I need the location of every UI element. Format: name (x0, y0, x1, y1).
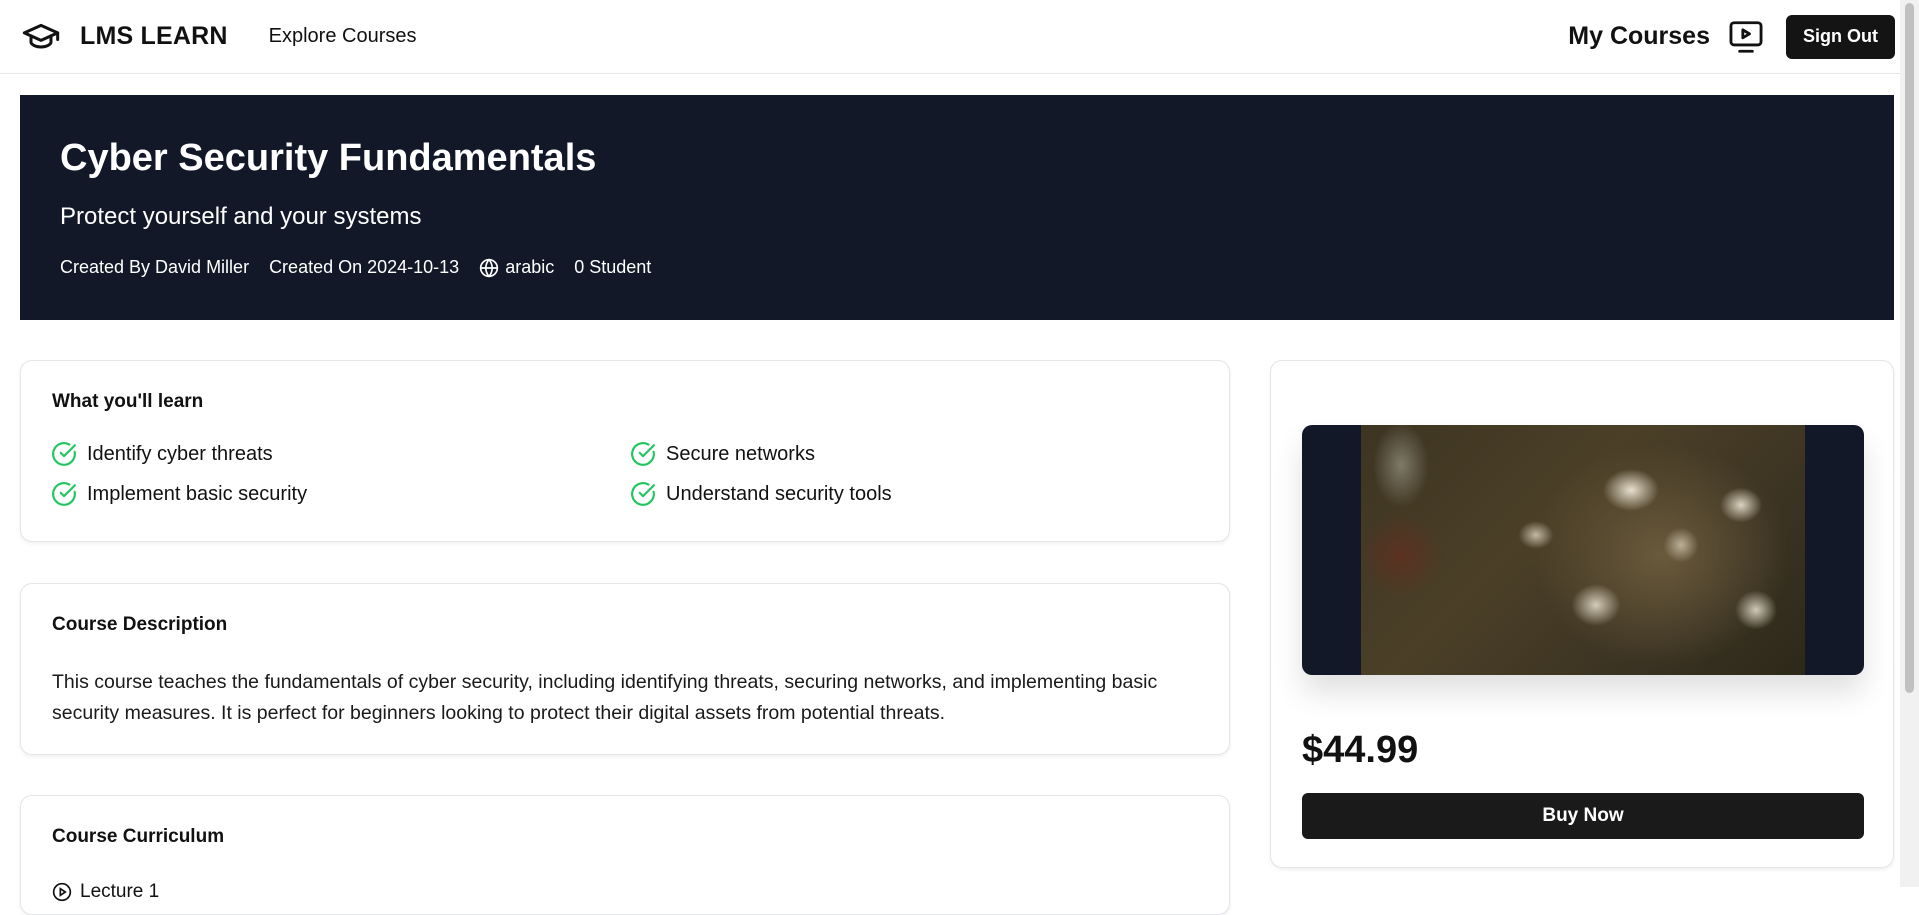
language-info: arabic (479, 257, 554, 278)
globe-icon (479, 257, 499, 278)
course-hero-banner: Cyber Security Fundamentals Protect your… (20, 95, 1894, 320)
buy-now-button[interactable]: Buy Now (1302, 793, 1864, 839)
graduation-cap-icon (20, 16, 62, 58)
check-circle-icon (51, 481, 77, 507)
brand-name: LMS LEARN (80, 22, 228, 50)
explore-courses-link[interactable]: Explore Courses (269, 25, 417, 48)
check-circle-icon (630, 481, 656, 507)
course-subtitle: Protect yourself and your systems (60, 203, 422, 230)
learn-item-text: Secure networks (666, 442, 815, 465)
play-circle-icon (52, 882, 72, 902)
created-by: Created By David Miller (60, 257, 250, 277)
my-courses-link[interactable]: My Courses (1568, 22, 1710, 51)
course-language: arabic (505, 257, 555, 277)
learn-item-text: Implement basic security (87, 482, 308, 505)
course-price: $44.99 (1302, 729, 1419, 771)
course-preview-image (1361, 425, 1805, 675)
course-meta: Created By David Miller Created On 2024-… (60, 257, 671, 278)
student-count: 0 Student (574, 257, 652, 277)
learn-item: Identify cyber threats (51, 441, 273, 467)
scrollbar-thumb[interactable] (1905, 3, 1914, 693)
course-title: Cyber Security Fundamentals (60, 137, 597, 179)
learn-title: What you'll learn (52, 391, 204, 412)
top-navbar: LMS LEARN Explore Courses My Courses Sig… (0, 0, 1900, 74)
purchase-card: $44.99 Buy Now (1270, 360, 1894, 868)
learn-item: Implement basic security (51, 481, 307, 507)
check-circle-icon (630, 441, 656, 467)
learn-item: Secure networks (630, 441, 815, 467)
sign-out-button[interactable]: Sign Out (1786, 14, 1895, 59)
lecture-title: Lecture 1 (80, 881, 160, 902)
description-text: This course teaches the fundamentals of … (52, 671, 1158, 724)
brand[interactable]: LMS LEARN (20, 16, 228, 58)
curriculum-card: Course Curriculum Lecture 1 (20, 795, 1230, 915)
curriculum-title: Course Curriculum (52, 826, 225, 847)
learn-item-text: Understand security tools (666, 482, 892, 505)
description-title: Course Description (52, 614, 228, 635)
created-on: Created On 2024-10-13 (269, 257, 460, 277)
learn-card: What you'll learn Identify cyber threats… (20, 360, 1230, 542)
page-scrollbar[interactable] (1900, 0, 1919, 887)
learn-item: Understand security tools (630, 481, 892, 507)
check-circle-icon (51, 441, 77, 467)
curriculum-lecture-item[interactable]: Lecture 1 (52, 881, 159, 903)
learn-item-text: Identify cyber threats (87, 442, 273, 465)
tv-play-icon[interactable] (1726, 17, 1766, 57)
description-card: Course Description This course teaches t… (20, 583, 1230, 755)
course-preview-video[interactable] (1302, 425, 1864, 675)
